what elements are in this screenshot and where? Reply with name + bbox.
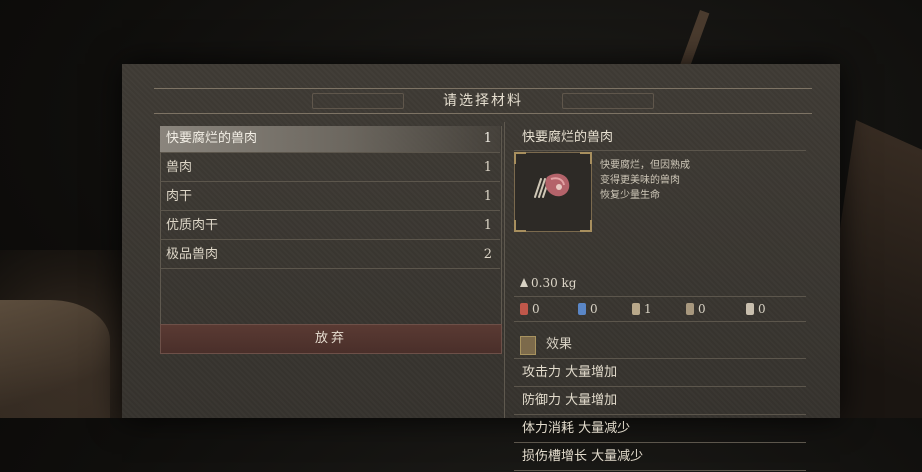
stat-value: 0 (532, 302, 540, 316)
stat-item: 0 (746, 297, 766, 321)
item-detail-panel: 快要腐烂的兽肉 快要腐烂，但因熟成 变得更美味的兽肉 恢复少量生命 0.30 k… (514, 126, 806, 471)
material-row[interactable]: 优质肉干 1 (160, 213, 500, 240)
material-name: 兽肉 (166, 160, 193, 175)
item-icon-frame (514, 152, 592, 232)
material-name: 优质肉干 (166, 218, 219, 233)
strike-resist-icon (632, 303, 640, 315)
effects-icon (520, 336, 536, 355)
effect-row: 体力消耗 大量减少 (514, 416, 806, 443)
item-description: 快要腐烂，但因熟成 变得更美味的兽肉 恢复少量生命 (600, 158, 690, 203)
description-line: 恢复少量生命 (600, 190, 660, 201)
material-qty: 1 (483, 218, 492, 233)
effect-row: 防御力 大量增加 (514, 388, 806, 415)
stat-item: 1 (632, 297, 652, 321)
stat-item: 0 (520, 297, 540, 321)
bleed-resist-icon (686, 303, 694, 315)
material-row[interactable]: 极品兽肉 2 (160, 242, 500, 269)
weight-value: 0.30 kg (531, 276, 577, 290)
detail-item-name: 快要腐烂的兽肉 (514, 126, 806, 151)
stat-value: 0 (698, 302, 706, 316)
background-pole (679, 10, 710, 70)
weight-icon (520, 278, 528, 287)
title-ornament-left (312, 93, 404, 109)
item-weight: 0.30 kg (520, 276, 577, 290)
material-select-dialog: 请选择材料 快要腐烂的兽肉 1 兽肉 1 肉干 1 优质肉干 1 极品兽肉 2 放弃 快要腐烂的兽… (122, 64, 840, 471)
material-qty: 2 (483, 247, 492, 262)
material-row[interactable]: 肉干 1 (160, 184, 500, 211)
stat-value: 1 (644, 302, 652, 316)
material-qty: 1 (483, 160, 492, 175)
magic-resist-icon (578, 303, 586, 315)
material-name: 快要腐烂的兽肉 (166, 131, 258, 146)
discard-button[interactable]: 放弃 (160, 324, 502, 354)
stat-item: 0 (578, 297, 598, 321)
description-line: 快要腐烂，但因熟成 (600, 160, 690, 171)
stat-item: 0 (686, 297, 706, 321)
effect-row: 攻击力 大量增加 (514, 360, 806, 387)
panel-divider (504, 122, 505, 418)
dialog-title-bar: 请选择材料 (154, 88, 812, 114)
stat-value: 0 (590, 302, 598, 316)
title-ornament-right (562, 93, 654, 109)
material-row[interactable]: 兽肉 1 (160, 155, 500, 182)
meat-icon (534, 173, 570, 198)
effects-label: 效果 (546, 337, 573, 352)
material-row[interactable]: 快要腐烂的兽肉 1 (160, 126, 500, 153)
effects-list: 攻击力 大量增加 防御力 大量增加 体力消耗 大量减少 损伤槽增长 大量减少 (514, 360, 806, 472)
dialog-title: 请选择材料 (443, 93, 523, 109)
description-line: 变得更美味的兽肉 (600, 175, 680, 186)
effect-row: 损伤槽增长 大量减少 (514, 444, 806, 471)
material-qty: 1 (483, 189, 492, 204)
effects-header: 效果 (514, 332, 806, 359)
item-stats-row: 0 0 1 0 0 (514, 296, 806, 322)
stat-value: 0 (758, 302, 766, 316)
background-character (0, 300, 110, 418)
material-qty: 1 (483, 131, 492, 146)
slash-resist-icon (520, 303, 528, 315)
material-name: 肉干 (166, 189, 193, 204)
material-list: 快要腐烂的兽肉 1 兽肉 1 肉干 1 优质肉干 1 极品兽肉 2 (160, 126, 500, 271)
chest-icon (746, 303, 754, 315)
material-name: 极品兽肉 (166, 247, 219, 262)
